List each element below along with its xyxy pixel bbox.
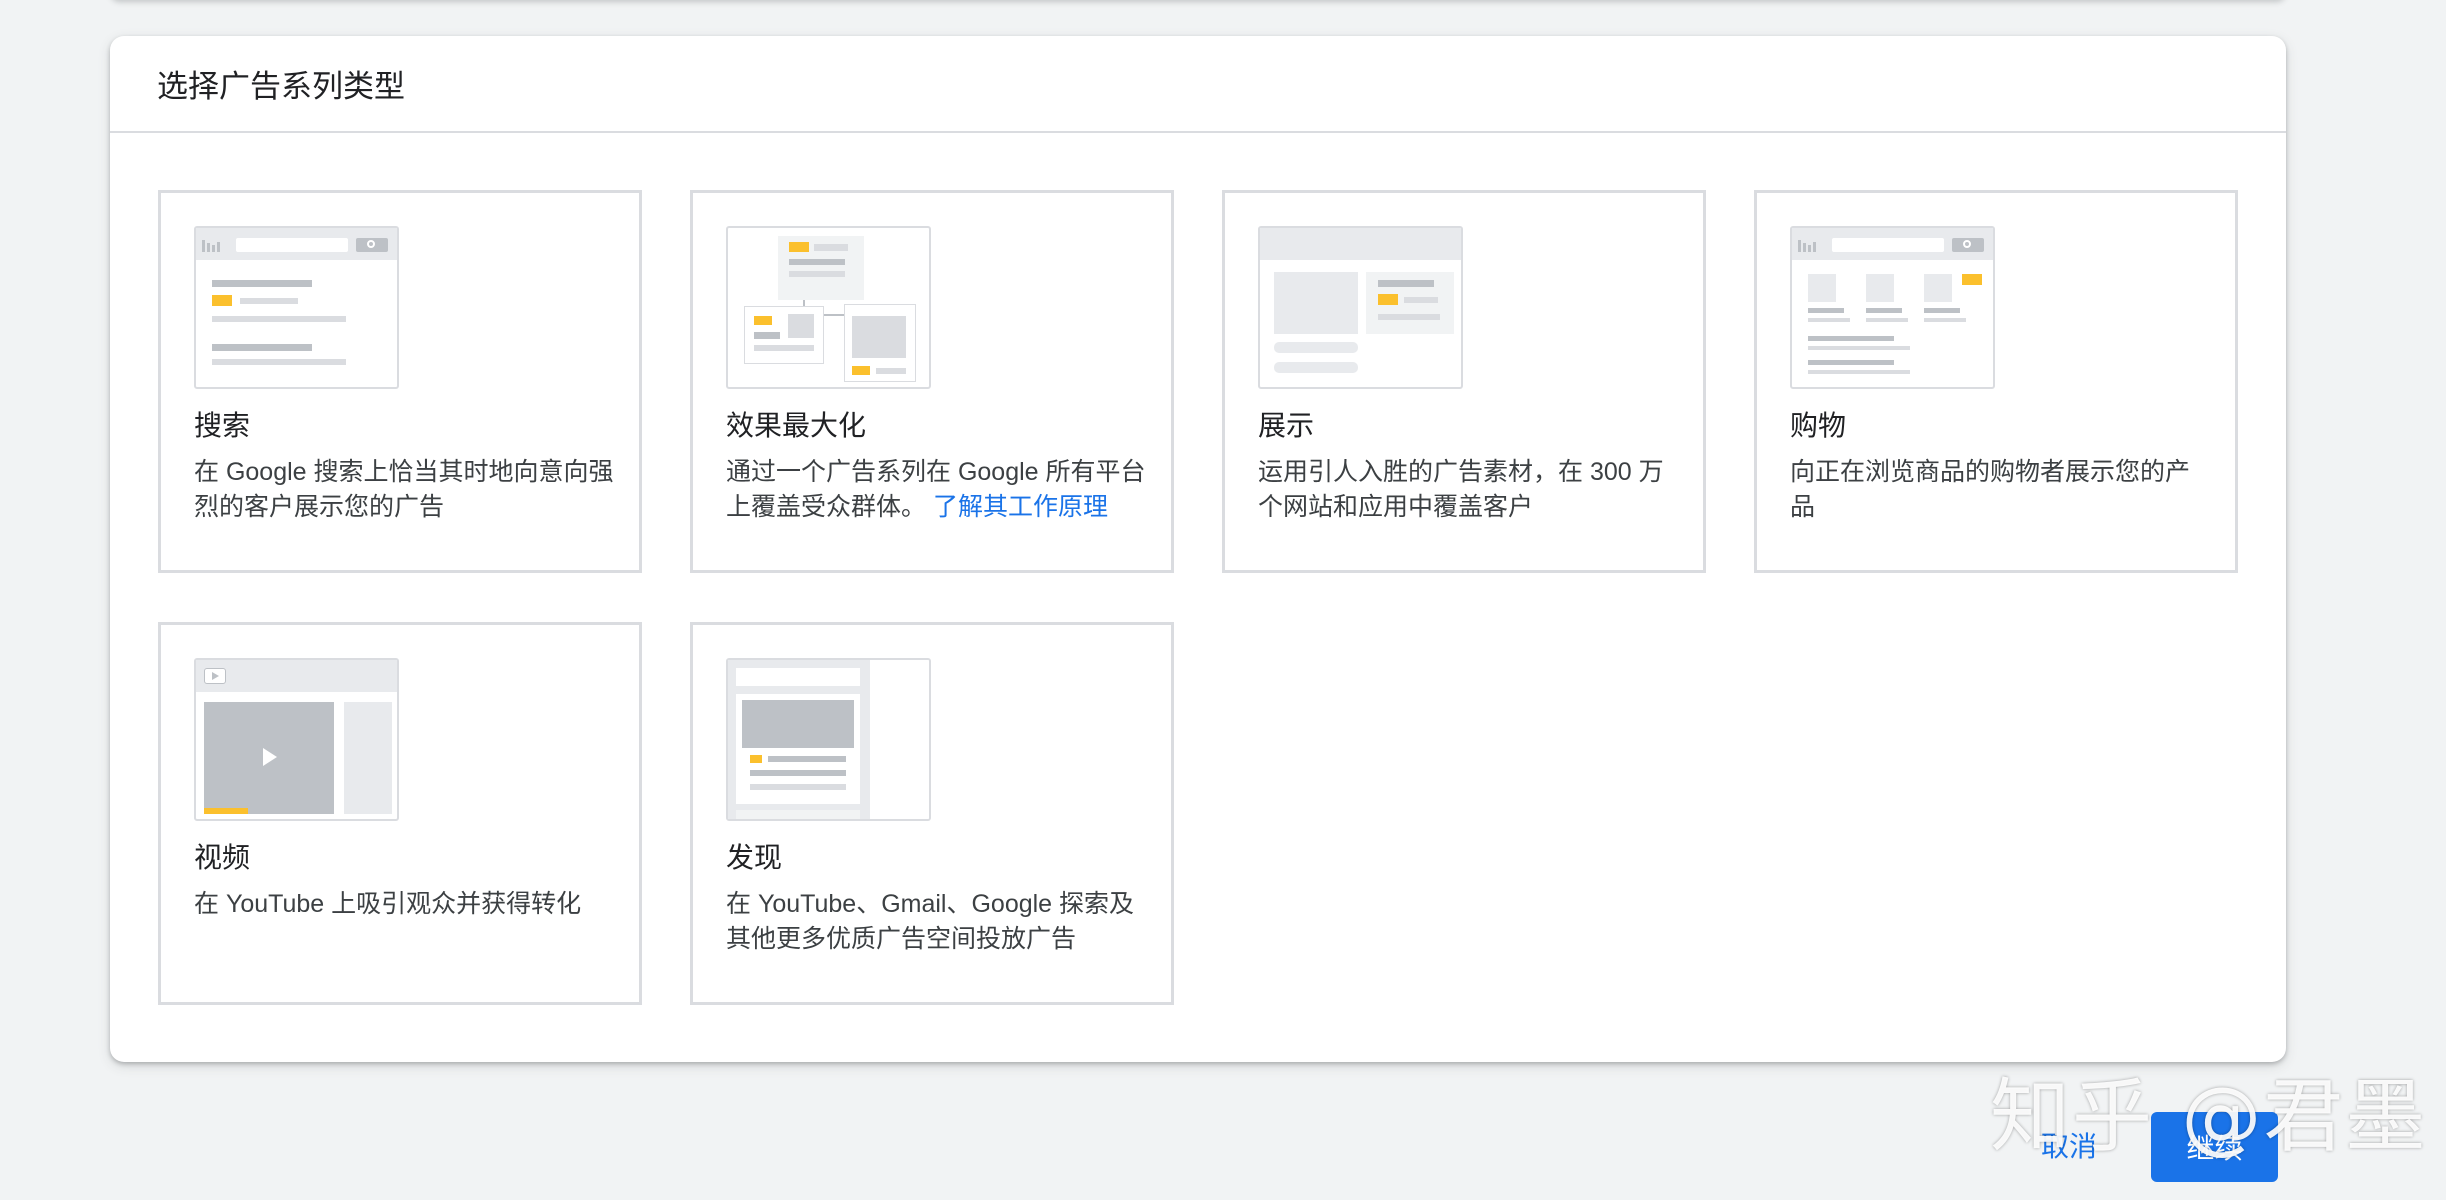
search-campaign-illustration [194, 226, 399, 389]
shopping-campaign-illustration [1790, 226, 1995, 389]
campaign-card-title: 效果最大化 [726, 410, 867, 441]
campaign-card-description: 运用引人入胜的广告素材，在 300 万个网站和应用中覆盖客户 [1258, 458, 1664, 521]
video-campaign-illustration [194, 658, 399, 821]
campaign-card-title: 购物 [1790, 410, 1847, 441]
campaign-card-description: 通过一个广告系列在 Google 所有平台上覆盖受众群体。 了解其工作原理 [726, 455, 1146, 525]
performance-max-illustration [726, 226, 931, 389]
display-campaign-illustration [1258, 226, 1463, 389]
campaign-card-description: 在 Google 搜索上恰当其时地向意向强烈的客户展示您的广告 [194, 458, 614, 521]
campaign-card-shopping[interactable]: 购物 向正在浏览商品的购物者展示您的产品 [1754, 190, 2238, 573]
campaign-card-title: 发现 [726, 842, 783, 873]
campaign-card-description: 向正在浏览商品的购物者展示您的产品 [1790, 458, 2191, 521]
cancel-button[interactable]: 取消 [2024, 1110, 2114, 1180]
dialog-title: 选择广告系列类型 [157, 69, 405, 104]
campaign-card-description: 在 YouTube 上吸引观众并获得转化 [194, 890, 582, 918]
continue-button[interactable]: 继续 [2151, 1112, 2278, 1182]
campaign-card-performance-max[interactable]: 效果最大化 通过一个广告系列在 Google 所有平台上覆盖受众群体。 了解其工… [690, 190, 1174, 573]
campaign-card-title: 展示 [1258, 410, 1315, 441]
discovery-campaign-illustration [726, 658, 931, 821]
dialog-header: 选择广告系列类型 [110, 36, 2286, 133]
campaign-card-title: 视频 [194, 842, 251, 873]
campaign-card-title: 搜索 [194, 410, 251, 441]
campaign-card-display[interactable]: 展示 运用引人入胜的广告素材，在 300 万个网站和应用中覆盖客户 [1222, 190, 1706, 573]
campaign-card-video[interactable]: 视频 在 YouTube 上吸引观众并获得转化 [158, 622, 642, 1005]
campaign-card-search[interactable]: 搜索 在 Google 搜索上恰当其时地向意向强烈的客户展示您的广告 [158, 190, 642, 573]
learn-how-it-works-link[interactable]: 了解其工作原理 [933, 493, 1108, 521]
campaign-type-dialog: 选择广告系列类型 搜索 在 Google 搜索上恰当其时地向意向强烈的客户展示您… [110, 36, 2286, 1062]
campaign-card-description: 在 YouTube、Gmail、Google 探索及其他更多优质广告空间投放广告 [726, 890, 1135, 953]
campaign-card-discovery[interactable]: 发现 在 YouTube、Gmail、Google 探索及其他更多优质广告空间投… [690, 622, 1174, 1005]
